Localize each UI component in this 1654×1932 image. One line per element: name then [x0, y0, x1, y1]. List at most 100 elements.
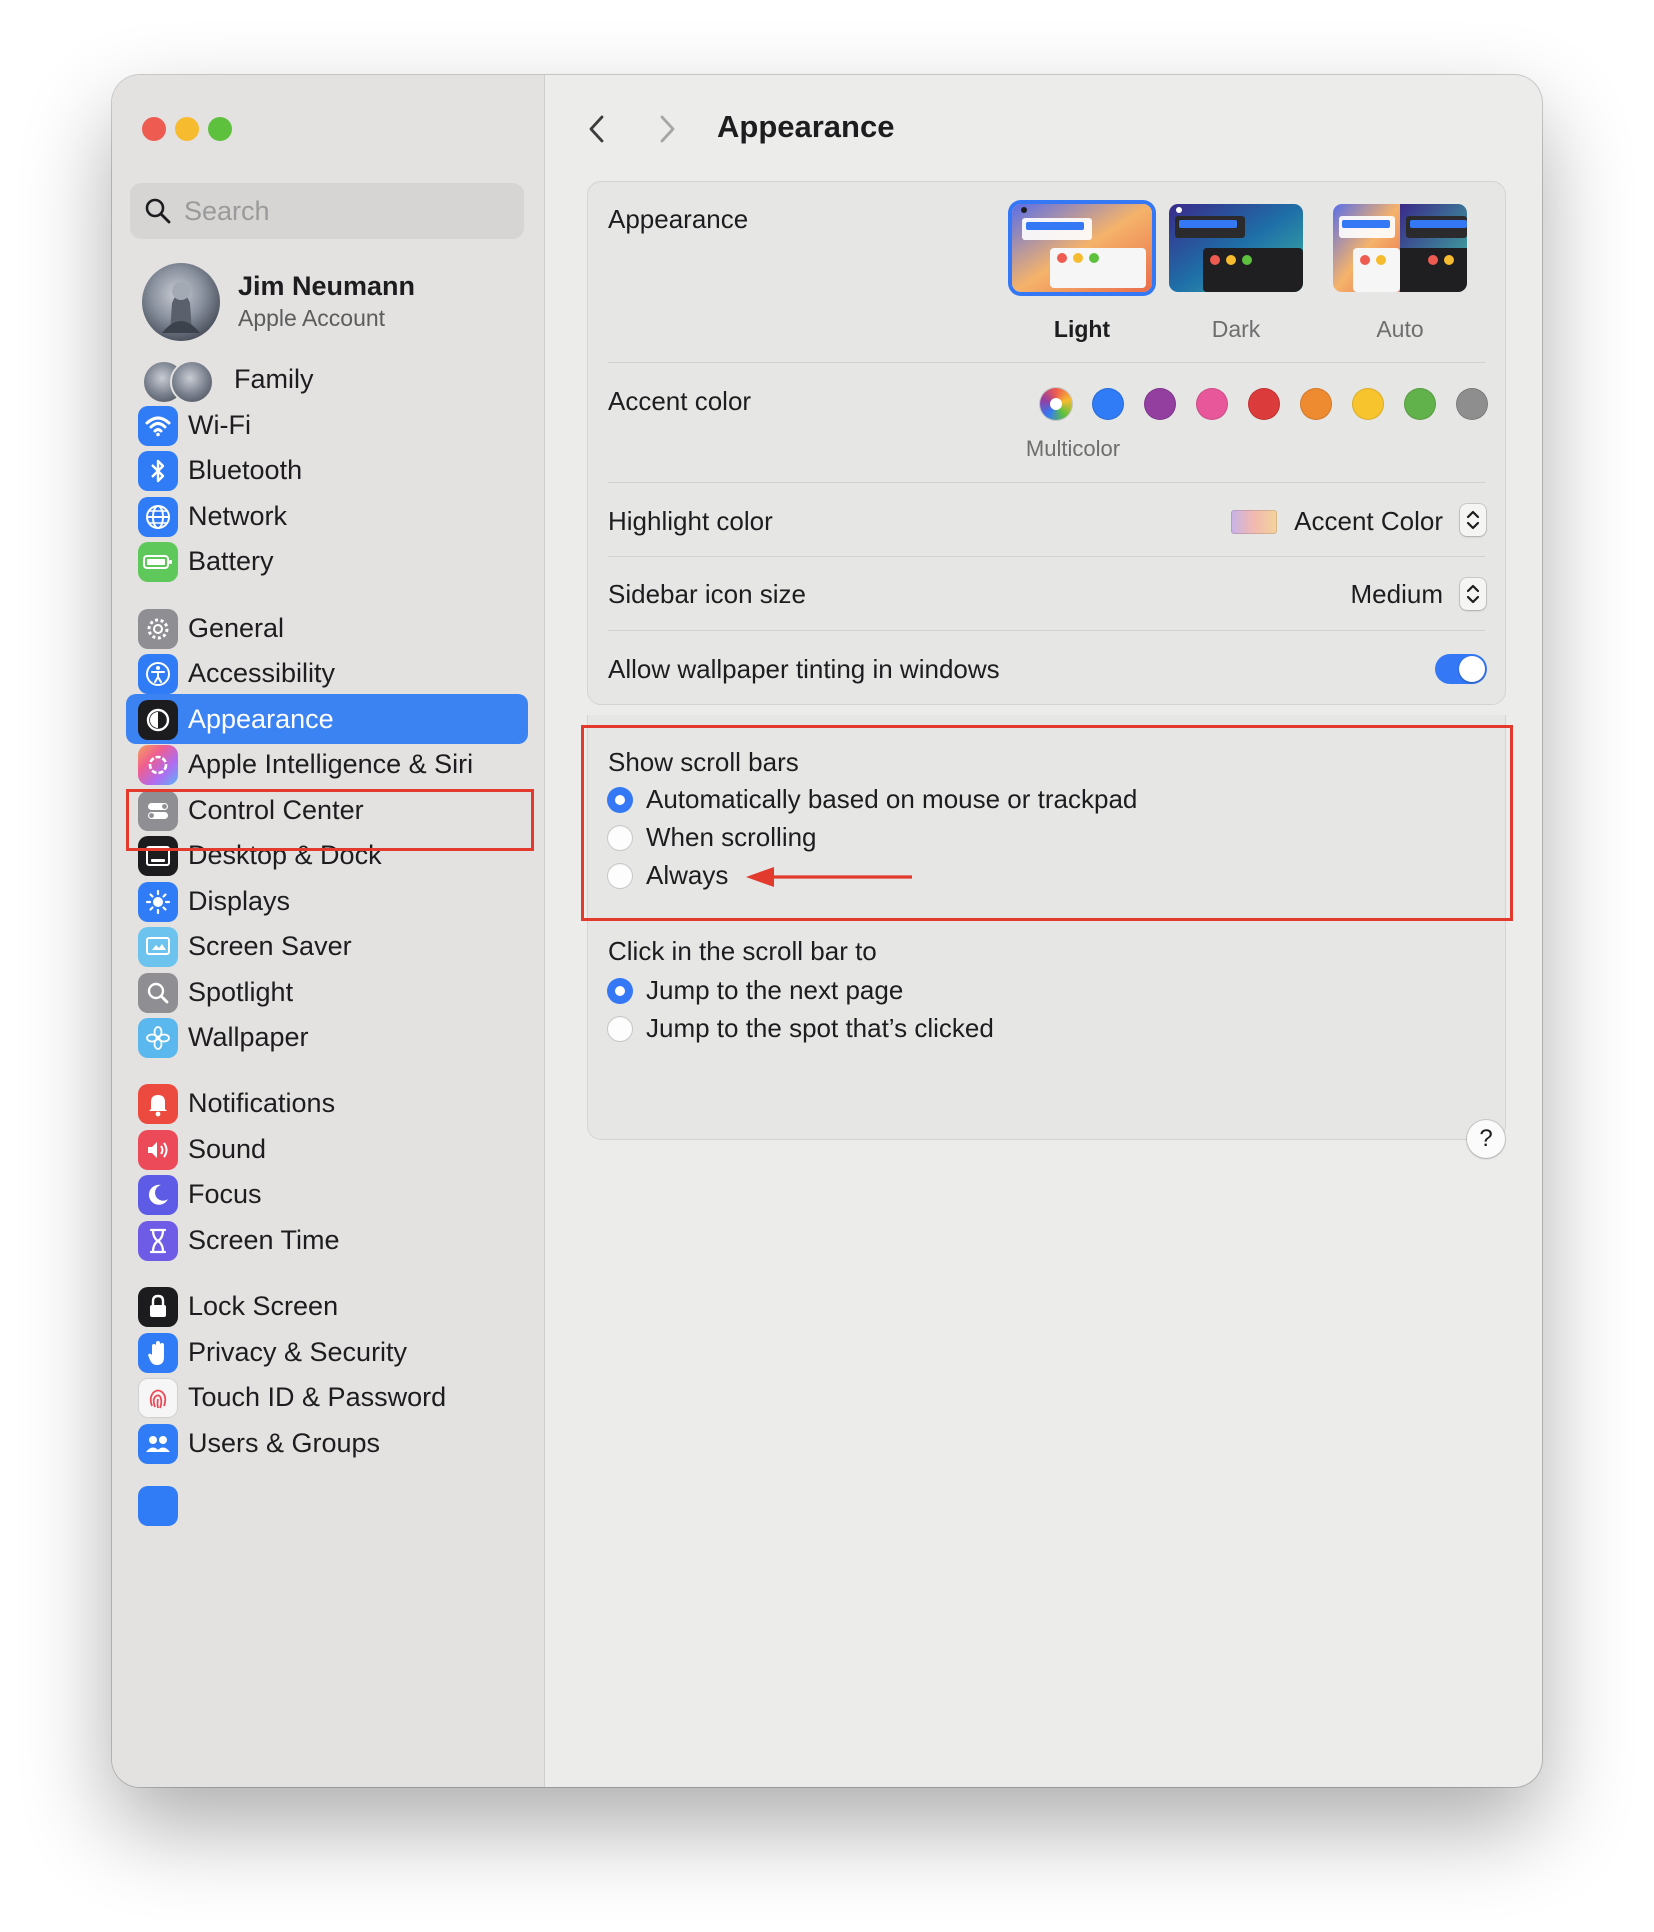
- sidebar-icon-size-value[interactable]: Medium: [1351, 579, 1443, 610]
- hourglass-icon: [138, 1221, 178, 1261]
- content-pane: Appearance Appearance Light Dark Auto Ac…: [545, 75, 1542, 1787]
- sidebar-item-users-groups[interactable]: Users & Groups: [126, 1418, 528, 1468]
- accent-swatch-graphite[interactable]: [1456, 388, 1488, 420]
- sidebar-item-label: Battery: [188, 546, 274, 576]
- sidebar-item-general[interactable]: General: [126, 603, 528, 653]
- bluetooth-icon: [138, 451, 178, 491]
- accent-swatch-yellow[interactable]: [1352, 388, 1384, 420]
- family-avatar: [170, 360, 214, 404]
- sidebar-item-apple-intelligence[interactable]: Apple Intelligence & Siri: [126, 739, 528, 789]
- appearance-option-label: Dark: [1211, 316, 1261, 342]
- family-item[interactable]: Family: [142, 356, 522, 404]
- separator: [608, 556, 1485, 557]
- sidebar-item-notifications[interactable]: Notifications: [126, 1078, 528, 1128]
- sidebar-item-label: Appearance: [188, 704, 334, 734]
- close-button[interactable]: [142, 117, 166, 141]
- sidebar-item-touch-id[interactable]: Touch ID & Password: [126, 1372, 528, 1422]
- accent-swatch-orange[interactable]: [1300, 388, 1332, 420]
- moon-icon: [138, 1175, 178, 1215]
- minimize-button[interactable]: [175, 117, 199, 141]
- sidebar-item-screen-time[interactable]: Screen Time: [126, 1215, 528, 1265]
- sidebar-item-label: Accessibility: [188, 658, 336, 688]
- sidebar-item-accessibility[interactable]: Accessibility: [126, 648, 528, 698]
- speaker-icon: [138, 1130, 178, 1170]
- search-field[interactable]: [130, 183, 524, 239]
- sidebar-item-screen-saver[interactable]: Screen Saver: [126, 921, 528, 971]
- back-button[interactable]: [575, 107, 619, 151]
- sidebar-item-displays[interactable]: Displays: [126, 876, 528, 926]
- highlight-color-value[interactable]: Accent Color: [1294, 506, 1443, 537]
- accent-swatch-green[interactable]: [1404, 388, 1436, 420]
- appearance-option-label: Auto: [1376, 316, 1424, 342]
- appearance-icon: [138, 700, 178, 740]
- sidebar-item-sound[interactable]: Sound: [126, 1124, 528, 1174]
- magnifier-icon: [138, 973, 178, 1013]
- accessibility-icon: [138, 654, 178, 694]
- sidebar-item-label: Notifications: [188, 1088, 336, 1118]
- separator: [608, 482, 1485, 483]
- apple-account-item[interactable]: Jim Neumann Apple Account: [142, 263, 522, 343]
- appearance-settings-card: Appearance Light Dark Auto Accent color …: [587, 181, 1506, 705]
- sidebar-item-lock-screen[interactable]: Lock Screen: [126, 1281, 528, 1331]
- accent-selected-label: Multicolor: [1025, 436, 1121, 461]
- sidebar-item-privacy-security[interactable]: Privacy & Security: [126, 1327, 528, 1377]
- wallpaper-tinting-toggle[interactable]: [1435, 654, 1487, 684]
- sidebar-icon-size-popup-button[interactable]: [1460, 578, 1486, 610]
- sidebar-item-label: Displays: [188, 886, 291, 916]
- accent-swatch-multicolor[interactable]: [1040, 388, 1072, 420]
- zoom-button[interactable]: [208, 117, 232, 141]
- battery-icon: [138, 542, 178, 582]
- search-icon: [145, 198, 171, 224]
- sidebar-item-label: Screen Saver: [188, 931, 352, 961]
- appearance-option-light[interactable]: [1012, 204, 1152, 292]
- sidebar-item-label: Apple Intelligence & Siri: [188, 749, 474, 779]
- highlight-color-swatch: [1231, 510, 1277, 534]
- sidebar-item-appearance[interactable]: Appearance: [126, 694, 528, 744]
- flower-icon: [138, 1018, 178, 1058]
- help-button[interactable]: ?: [1467, 1120, 1505, 1158]
- sidebar-item-label: Users & Groups: [188, 1428, 381, 1458]
- sidebar-item-wallpaper[interactable]: Wallpaper: [126, 1012, 528, 1062]
- account-subtitle: Apple Account: [238, 305, 386, 331]
- forward-button[interactable]: [645, 107, 689, 151]
- sidebar-item-spotlight[interactable]: Spotlight: [126, 967, 528, 1017]
- appearance-option-auto[interactable]: [1333, 204, 1467, 292]
- sidebar-item-focus[interactable]: Focus: [126, 1169, 528, 1219]
- sidebar-item-label: Focus: [188, 1179, 262, 1209]
- search-input[interactable]: [184, 183, 514, 239]
- sidebar-item-label: Touch ID & Password: [188, 1382, 447, 1412]
- sidebar-item-network[interactable]: Network: [126, 491, 528, 541]
- hand-icon: [138, 1333, 178, 1373]
- apple-intelligence-icon: [138, 745, 178, 785]
- sidebar-item-label: Sound: [188, 1134, 267, 1164]
- separator: [608, 630, 1485, 631]
- annotation-highlight-box: [126, 789, 534, 851]
- sidebar-item-label: Network: [188, 501, 288, 531]
- sidebar-item-wifi[interactable]: Wi-Fi: [126, 400, 528, 450]
- appearance-option-dark[interactable]: [1169, 204, 1303, 292]
- sidebar-item-label: Privacy & Security: [188, 1337, 408, 1367]
- accent-swatch-blue[interactable]: [1092, 388, 1124, 420]
- click-scroll-bar-label: Click in the scroll bar to: [608, 936, 877, 966]
- highlight-color-popup-button[interactable]: [1460, 504, 1486, 536]
- page-title: Appearance: [717, 109, 895, 144]
- sidebar-item-label: General: [188, 613, 285, 643]
- users-icon: [138, 1424, 178, 1464]
- avatar: [142, 263, 220, 341]
- sidebar-item-label: Spotlight: [188, 977, 294, 1007]
- sidebar-item-battery[interactable]: Battery: [126, 536, 528, 586]
- accent-swatch-pink[interactable]: [1196, 388, 1228, 420]
- click-scroll-radio-spot-clicked[interactable]: [607, 1016, 633, 1042]
- wifi-icon: [138, 406, 178, 446]
- accent-swatch-purple[interactable]: [1144, 388, 1176, 420]
- sidebar: Jim Neumann Apple Account Family Wi-Fi B…: [112, 75, 545, 1787]
- click-scroll-radio-next-page[interactable]: [607, 978, 633, 1004]
- accent-swatch-red[interactable]: [1248, 388, 1280, 420]
- sidebar-item-label: Lock Screen: [188, 1291, 339, 1321]
- sidebar-item-bluetooth[interactable]: Bluetooth: [126, 445, 528, 495]
- globe-icon: [138, 497, 178, 537]
- sun-icon: [138, 882, 178, 922]
- bell-icon: [138, 1084, 178, 1124]
- chevron-up-down-icon: [1466, 510, 1480, 530]
- account-name: Jim Neumann: [238, 271, 416, 301]
